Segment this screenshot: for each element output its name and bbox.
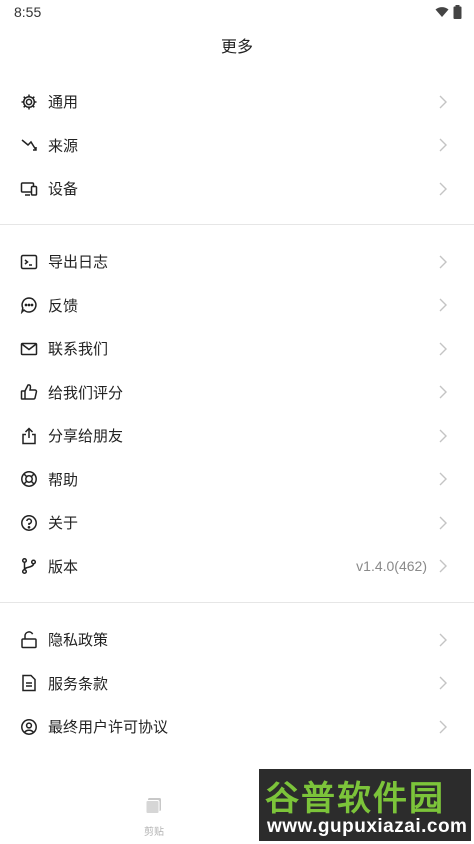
thumbs-up-icon	[20, 383, 38, 401]
battery-icon	[453, 5, 462, 19]
status-time: 8:55	[14, 4, 42, 20]
chevron-right-icon	[439, 298, 447, 312]
chevron-right-icon	[439, 385, 447, 399]
chevron-right-icon	[439, 559, 447, 573]
menu-label: 版本	[48, 557, 79, 576]
menu-label: 导出日志	[48, 253, 109, 272]
branch-icon	[20, 557, 38, 575]
version-value: v1.4.0(462)	[356, 558, 427, 575]
menu-item-devices[interactable]: 设备	[0, 167, 474, 211]
chevron-right-icon	[439, 95, 447, 109]
clipboard-stack-icon	[145, 798, 161, 814]
menu-label: 通用	[48, 93, 79, 112]
page-title: 更多	[220, 37, 253, 56]
terminal-icon	[20, 253, 38, 271]
menu-label: 服务条款	[48, 674, 109, 693]
settings-group-legal: 隐私政策 服务条款 最终用户许可协议	[0, 618, 474, 749]
menu-item-share[interactable]: 分享给朋友	[0, 414, 474, 458]
document-icon	[20, 674, 38, 692]
status-icons	[435, 5, 462, 19]
menu-label: 关于	[48, 514, 79, 533]
menu-item-privacy-policy[interactable]: 隐私政策	[0, 618, 474, 662]
menu-label: 帮助	[48, 470, 79, 489]
watermark-title: 谷普软件园	[265, 779, 445, 819]
unlock-icon	[20, 630, 38, 649]
lifebuoy-icon	[20, 470, 38, 488]
menu-label: 最终用户许可协议	[48, 718, 169, 737]
settings-group-general: 通用 来源 设备	[0, 80, 474, 211]
devices-icon	[20, 180, 38, 198]
menu-label: 反馈	[48, 296, 79, 315]
question-circle-icon	[20, 514, 38, 532]
nav-label: 剪贴	[144, 827, 164, 838]
menu-item-terms-of-service[interactable]: 服务条款	[0, 662, 474, 706]
menu-label: 给我们评分	[48, 383, 124, 402]
watermark: 谷普软件园 www.gupuxiazai.com	[259, 769, 471, 841]
chevron-right-icon	[439, 676, 447, 690]
share-icon	[20, 427, 38, 445]
chevron-right-icon	[439, 138, 447, 152]
wifi-icon	[435, 7, 449, 17]
chevron-right-icon	[439, 633, 447, 647]
divider	[0, 602, 474, 603]
menu-item-source[interactable]: 来源	[0, 124, 474, 168]
menu-item-about[interactable]: 关于	[0, 501, 474, 545]
menu-label: 联系我们	[48, 340, 109, 359]
menu-item-export-log[interactable]: 导出日志	[0, 240, 474, 284]
menu-label: 来源	[48, 136, 79, 155]
divider	[0, 224, 474, 225]
menu-item-general[interactable]: 通用	[0, 80, 474, 124]
user-circle-icon	[20, 718, 38, 736]
menu-label: 分享给朋友	[48, 427, 124, 446]
chevron-right-icon	[439, 472, 447, 486]
gear-icon	[20, 93, 38, 111]
chevron-right-icon	[439, 255, 447, 269]
menu-item-eula[interactable]: 最终用户许可协议	[0, 705, 474, 749]
menu-label: 隐私政策	[48, 631, 109, 650]
status-bar: 8:55	[0, 0, 474, 26]
menu-item-help[interactable]: 帮助	[0, 458, 474, 502]
settings-group-support: 导出日志 反馈 联系我们 给我们评分 分享给朋友 帮助 关于 版本 v1.4.0…	[0, 240, 474, 588]
nav-item-clipboard[interactable]: 剪贴	[126, 796, 182, 838]
menu-item-contact-us[interactable]: 联系我们	[0, 327, 474, 371]
chevron-right-icon	[439, 182, 447, 196]
chevron-right-icon	[439, 720, 447, 734]
chevron-right-icon	[439, 516, 447, 530]
menu-item-version[interactable]: 版本 v1.4.0(462)	[0, 545, 474, 589]
chevron-right-icon	[439, 429, 447, 443]
mail-icon	[20, 340, 38, 358]
menu-item-rate-us[interactable]: 给我们评分	[0, 371, 474, 415]
menu-item-feedback[interactable]: 反馈	[0, 284, 474, 328]
chevron-right-icon	[439, 342, 447, 356]
watermark-url: www.gupuxiazai.com	[267, 816, 468, 837]
source-route-icon	[20, 136, 38, 154]
chat-bubble-icon	[20, 296, 38, 315]
menu-label: 设备	[48, 180, 79, 199]
